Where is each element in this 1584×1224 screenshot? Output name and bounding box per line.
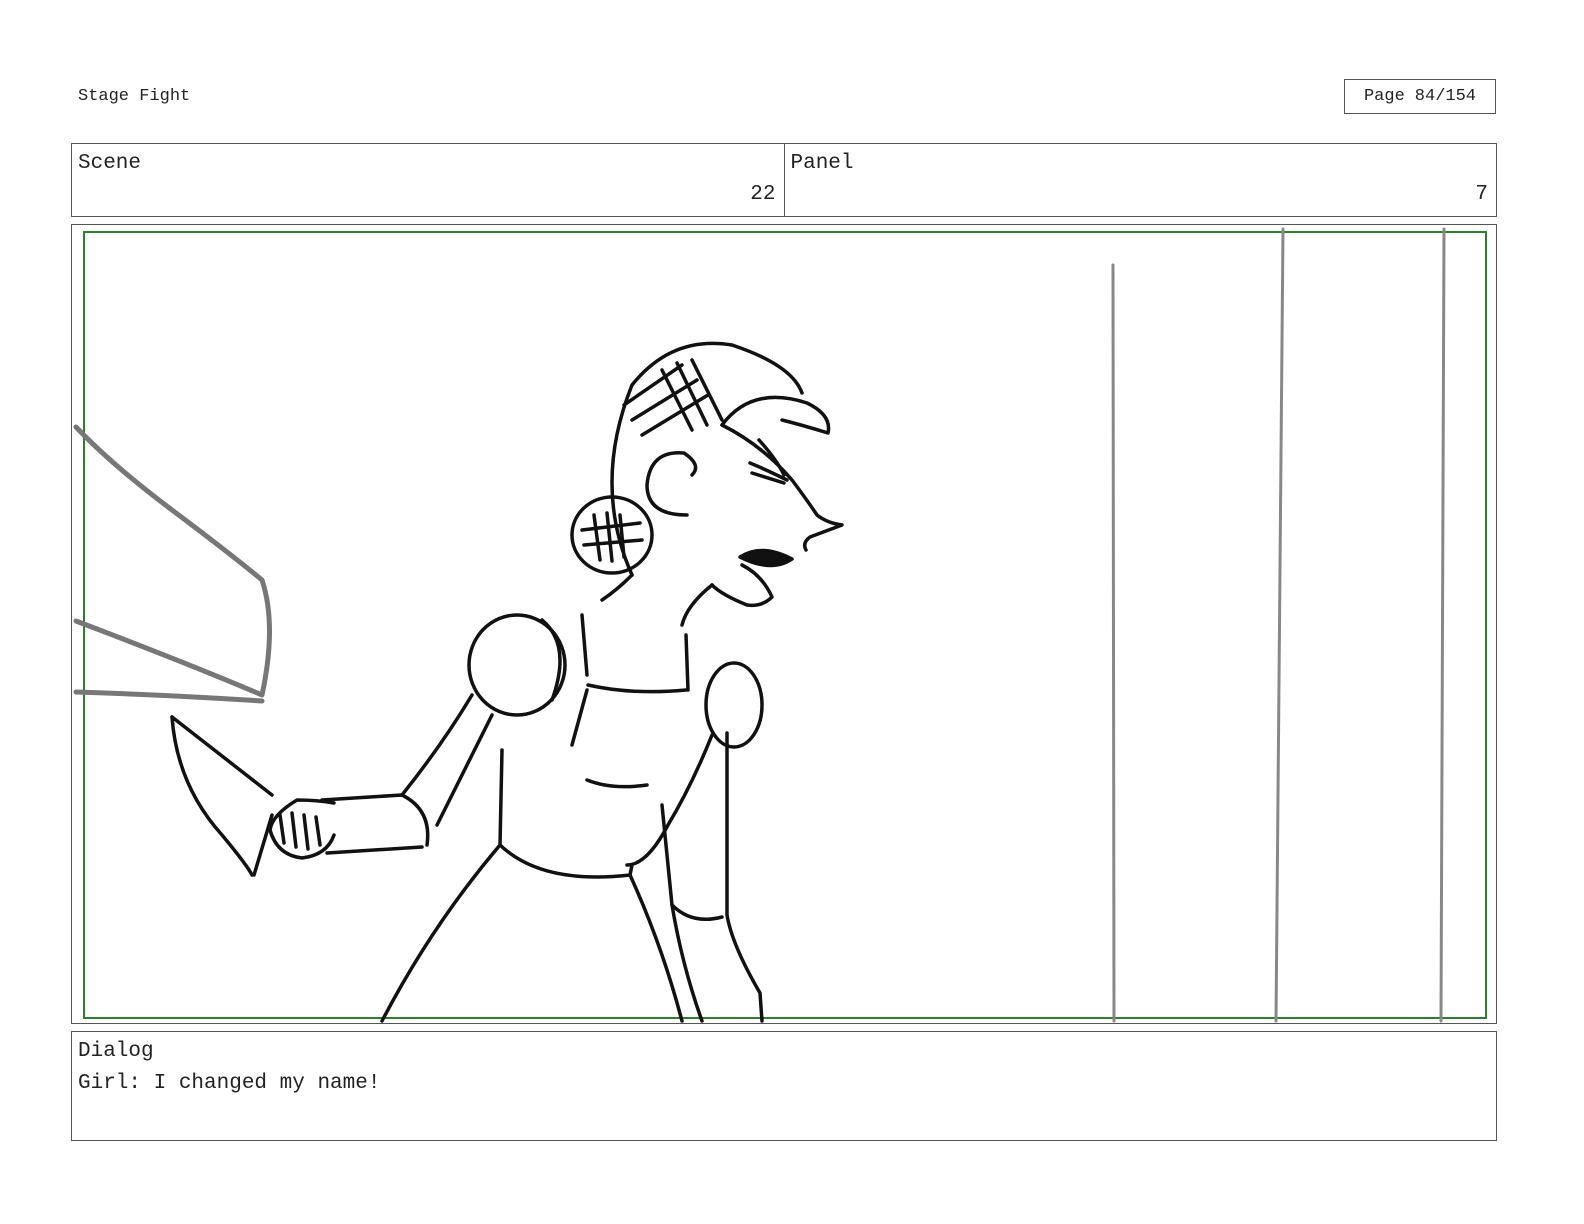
scene-number: 22	[750, 183, 776, 206]
scene-cell: Scene 22	[72, 144, 784, 216]
scene-label: Scene	[78, 152, 142, 175]
page-indicator: Page 84/154	[1344, 79, 1496, 114]
dialog-text: Girl: I changed my name!	[78, 1072, 381, 1095]
girl-character	[170, 341, 844, 1023]
background-lines	[1111, 227, 1446, 1023]
panel-sketch	[73, 227, 1487, 1023]
page-label: Page	[1363, 87, 1405, 106]
scene-panel-row: Scene 22 Panel 7	[71, 143, 1497, 217]
panel-label: Panel	[790, 152, 854, 175]
dialog-label: Dialog	[78, 1040, 154, 1063]
storyboard-title: Stage Fight	[78, 87, 191, 106]
foreground-prop	[73, 424, 272, 704]
panel-cell: Panel 7	[783, 144, 1497, 216]
panel-number: 7	[1475, 183, 1488, 206]
dialog-box: Dialog Girl: I changed my name!	[71, 1031, 1497, 1141]
panel-frame	[71, 224, 1497, 1024]
page-number: 84/154	[1414, 87, 1477, 106]
